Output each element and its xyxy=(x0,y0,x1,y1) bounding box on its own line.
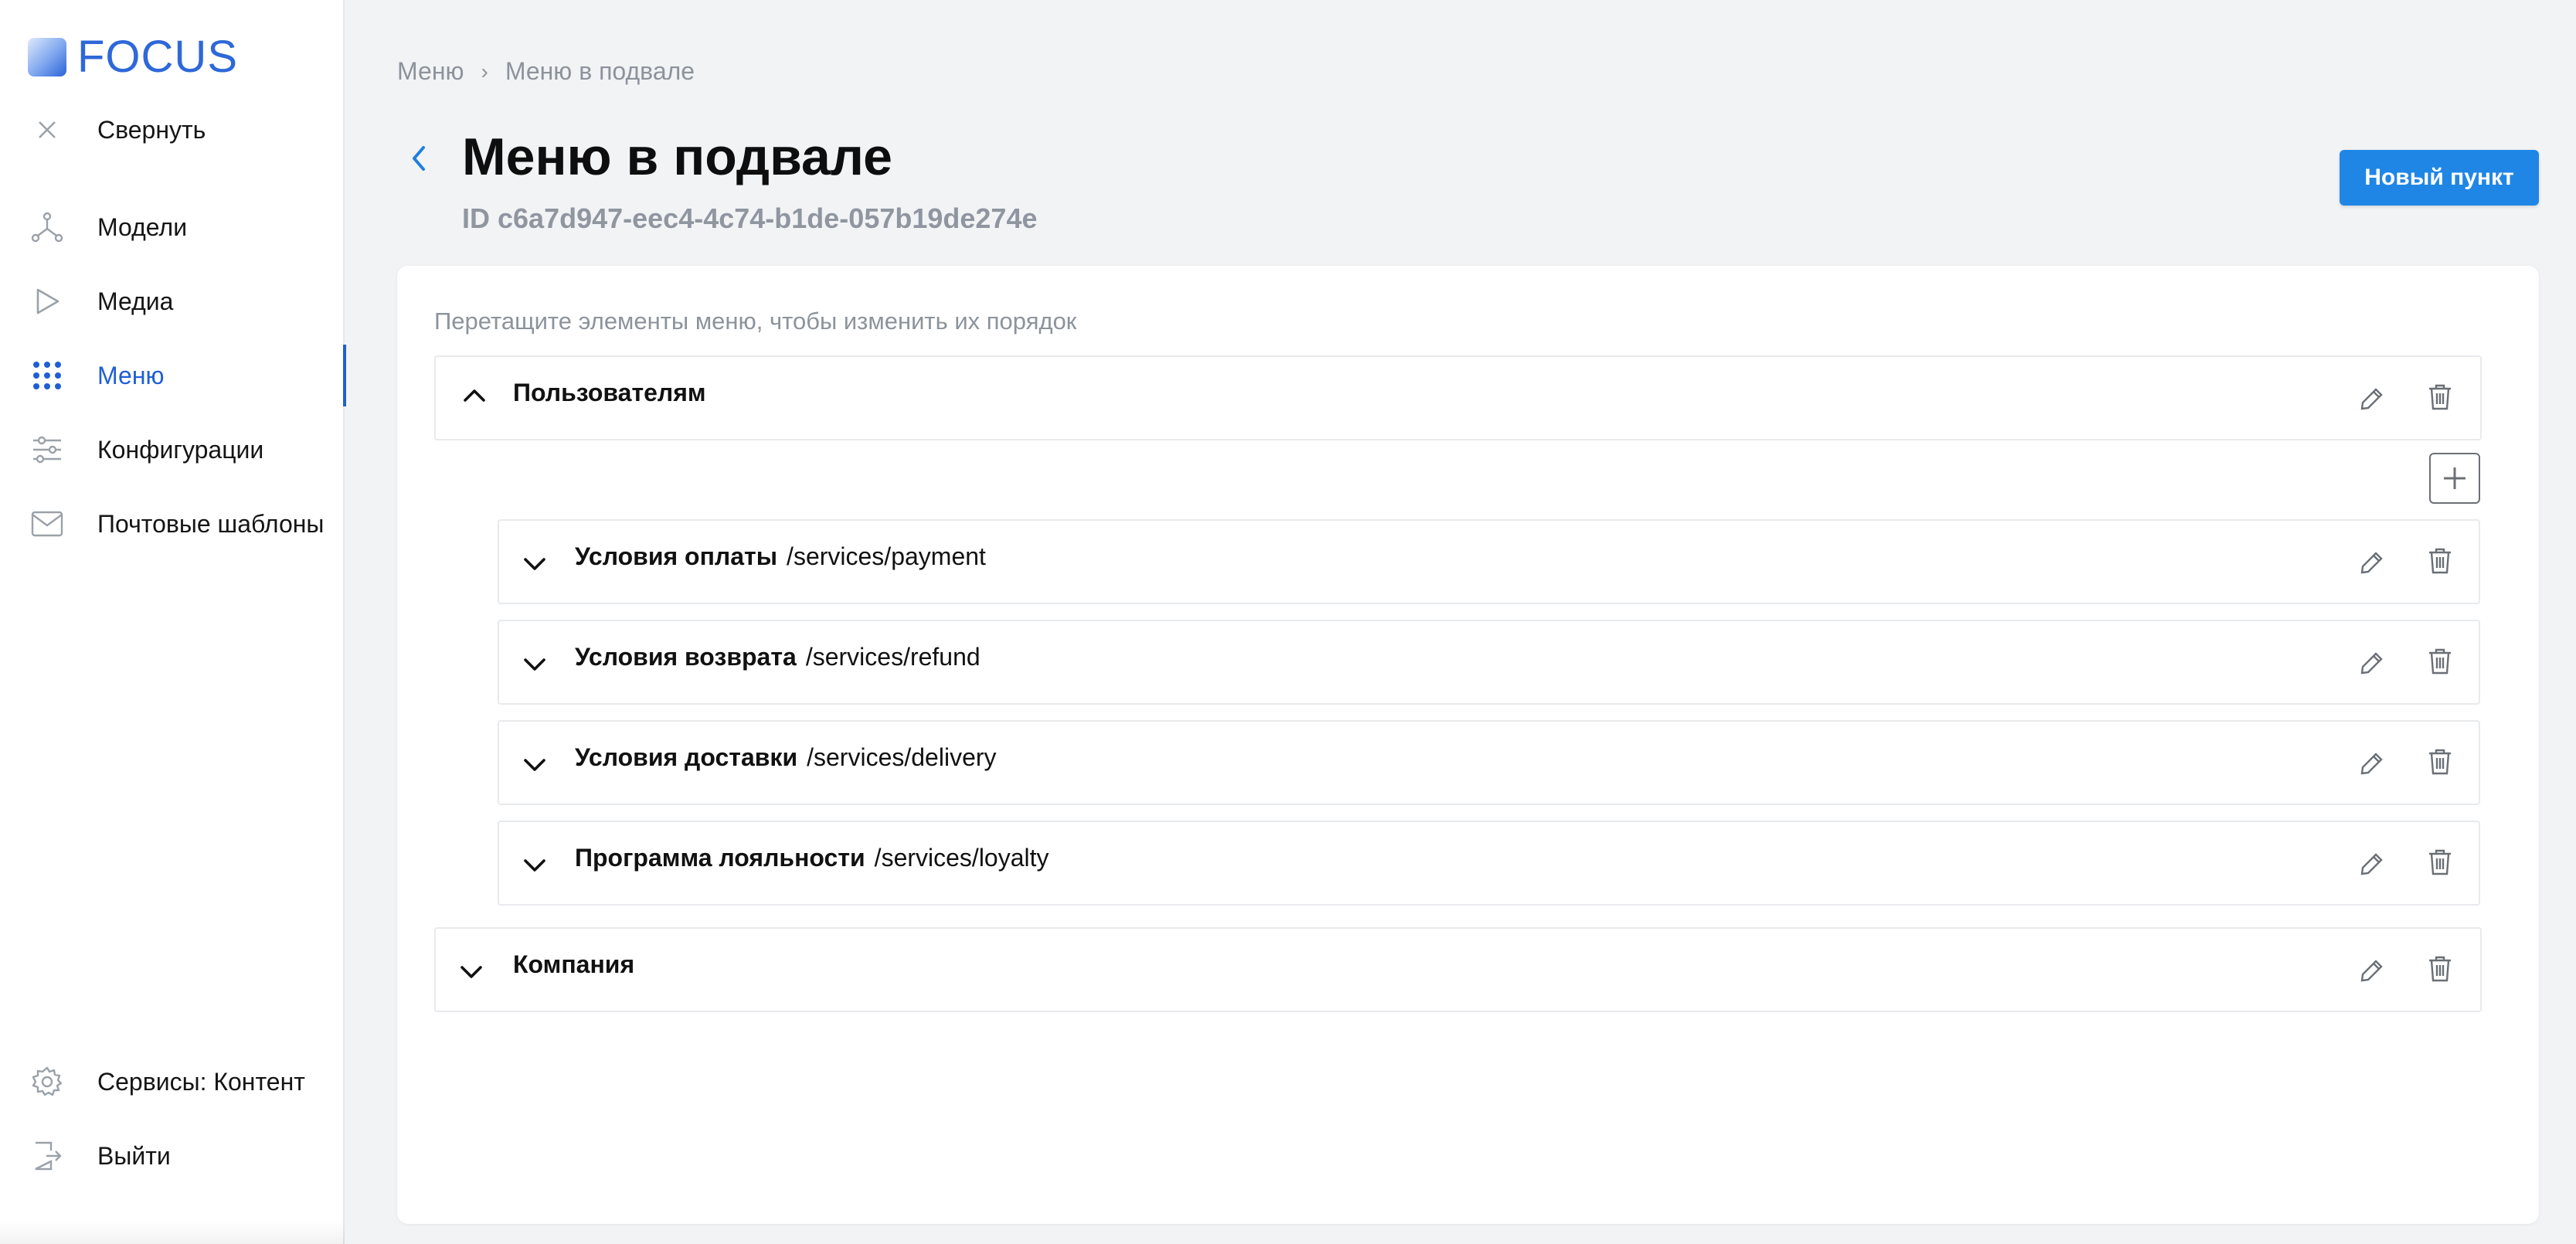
trash-icon[interactable] xyxy=(2425,382,2455,413)
menu-group-title: Пользователям xyxy=(513,379,706,406)
menu-child-name: Условия оплаты xyxy=(575,542,778,570)
collapse-button[interactable]: Свернуть xyxy=(0,99,345,161)
menu-child-title: Условия возврата/services/refund xyxy=(575,643,980,671)
plus-icon xyxy=(2444,467,2466,489)
menu-child-path: /services/delivery xyxy=(807,743,997,771)
drag-hint: Перетащите элементы меню, чтобы изменить… xyxy=(434,308,1077,335)
sidebar-item-logout[interactable]: Выйти xyxy=(0,1125,345,1187)
models-icon xyxy=(29,209,65,245)
menu-child-row[interactable]: Условия возврата/services/refund xyxy=(498,620,2480,705)
sidebar-item-configurations[interactable]: Конфигурации xyxy=(0,419,345,481)
add-child-button[interactable] xyxy=(2429,453,2480,504)
menu-child-row[interactable]: Условия оплаты/services/payment xyxy=(498,519,2480,604)
chevron-down-icon[interactable] xyxy=(519,749,550,780)
page-id: ID c6a7d947-eec4-4c74-b1de-057b19de274e xyxy=(462,202,1038,234)
trash-icon[interactable] xyxy=(2425,847,2455,878)
pencil-icon[interactable] xyxy=(2357,547,2387,578)
chevron-right-icon: › xyxy=(481,59,488,83)
sidebar-item-label: Выйти xyxy=(97,1141,171,1170)
trash-icon[interactable] xyxy=(2425,546,2455,576)
gear-icon xyxy=(29,1064,65,1100)
close-icon xyxy=(29,112,65,148)
sidebar-item-label: Почтовые шаблоны xyxy=(97,509,325,538)
page-title: Меню в подвале xyxy=(462,127,892,186)
sidebar-bottom-shade xyxy=(0,1221,345,1244)
sidebar-item-media[interactable]: Медиа xyxy=(0,270,345,332)
logo-text: FOCUS xyxy=(77,32,238,82)
sliders-icon xyxy=(29,432,65,467)
breadcrumb-current: Меню в подвале xyxy=(505,57,695,85)
media-play-icon xyxy=(29,284,65,319)
menu-child-path: /services/payment xyxy=(787,542,986,570)
sidebar-item-mail-templates[interactable]: Почтовые шаблоны xyxy=(0,493,345,555)
chevron-down-icon[interactable] xyxy=(519,850,550,881)
pencil-icon[interactable] xyxy=(2357,848,2387,879)
mail-icon xyxy=(29,506,65,542)
chevron-down-icon[interactable] xyxy=(519,549,550,580)
pencil-icon[interactable] xyxy=(2357,647,2387,678)
sidebar-item-label: Медиа xyxy=(97,287,174,315)
pencil-icon[interactable] xyxy=(2357,955,2387,986)
menu-group-row[interactable]: Пользователям xyxy=(434,355,2482,440)
trash-icon[interactable] xyxy=(2425,746,2455,777)
trash-icon[interactable] xyxy=(2425,646,2455,677)
logo[interactable]: FOCUS xyxy=(28,31,238,83)
trash-icon[interactable] xyxy=(2425,953,2455,984)
collapse-label: Свернуть xyxy=(97,115,206,144)
menu-child-path: /services/refund xyxy=(805,643,980,671)
pencil-icon[interactable] xyxy=(2357,383,2387,414)
menu-child-path: /services/loyalty xyxy=(874,844,1049,872)
menu-child-name: Условия возврата xyxy=(575,643,797,671)
sidebar: FOCUS Свернуть Модели Медиа Меню Конфигу… xyxy=(0,0,346,1244)
menu-child-row[interactable]: Программа лояльности/services/loyalty xyxy=(498,821,2480,906)
sidebar-item-label: Сервисы: Контент xyxy=(97,1067,305,1096)
sidebar-item-models[interactable]: Модели xyxy=(0,196,345,258)
menu-child-row[interactable]: Условия доставки/services/delivery xyxy=(498,720,2480,805)
menu-grid-icon xyxy=(29,358,65,393)
chevron-down-icon[interactable] xyxy=(456,957,487,987)
menu-child-title: Программа лояльности/services/loyalty xyxy=(575,844,1049,872)
breadcrumb: Меню › Меню в подвале xyxy=(397,57,695,86)
new-item-button[interactable]: Новый пункт xyxy=(2340,150,2539,206)
menu-child-title: Условия доставки/services/delivery xyxy=(575,743,997,772)
chevron-up-icon[interactable] xyxy=(459,380,490,411)
pencil-icon[interactable] xyxy=(2357,748,2387,779)
chevron-left-icon xyxy=(413,146,425,171)
sidebar-item-label: Модели xyxy=(97,212,188,241)
menu-group-title: Компания xyxy=(513,950,635,978)
breadcrumb-root[interactable]: Меню xyxy=(397,57,464,86)
sidebar-item-menu[interactable]: Меню xyxy=(0,345,346,406)
menu-child-title: Условия оплаты/services/payment xyxy=(575,542,986,571)
sidebar-item-services[interactable]: Сервисы: Контент xyxy=(0,1051,345,1113)
sidebar-item-label: Меню xyxy=(97,361,165,389)
menu-group-row[interactable]: Компания xyxy=(434,927,2482,1012)
menu-child-name: Условия доставки xyxy=(575,743,798,771)
sidebar-item-label: Конфигурации xyxy=(97,435,264,464)
logout-icon xyxy=(29,1138,65,1174)
menu-child-name: Программа лояльности xyxy=(575,844,865,872)
back-button[interactable] xyxy=(403,141,434,176)
chevron-down-icon[interactable] xyxy=(519,649,550,680)
logo-mark xyxy=(28,37,66,76)
